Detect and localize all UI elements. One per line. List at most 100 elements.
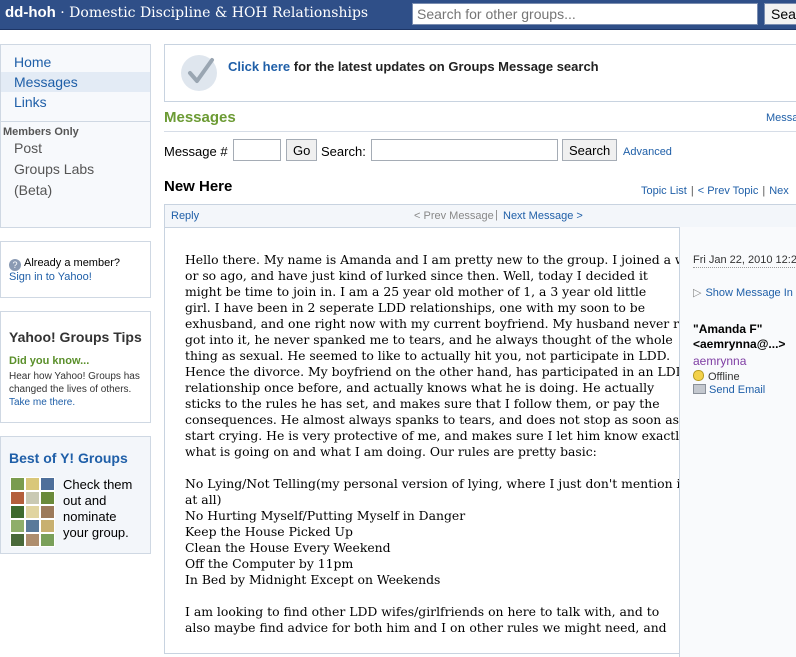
- already-member-text: Already a member?: [24, 257, 120, 269]
- group-thumbnail[interactable]: [10, 533, 25, 547]
- sign-in-box: ? Already a member? Sign in to Yahoo!: [0, 241, 151, 298]
- triangle-right-icon: ▷: [693, 287, 702, 299]
- advanced-search-link[interactable]: Advanced: [623, 146, 672, 158]
- topic-list-link[interactable]: Topic List: [641, 185, 687, 197]
- message-body: Hello there. My name is Amanda and I am …: [185, 252, 709, 652]
- sender-name: "Amanda F" <aemrynna@...>: [693, 322, 785, 352]
- messages-header: Messages Messa: [164, 109, 796, 132]
- message-panel: Reply < Prev Message | Next Message > He…: [164, 204, 796, 657]
- sidebar-item-home[interactable]: Home: [1, 52, 150, 72]
- intro-line: what is going on and what I am doing. Ou…: [185, 444, 597, 459]
- help-icon: ?: [9, 259, 21, 271]
- message-toolbar: Reply < Prev Message | Next Message >: [165, 205, 796, 228]
- sidebar-item-post: Post: [14, 140, 43, 156]
- closing-line: I am looking to find other LDD wifes/gir…: [185, 604, 660, 619]
- intro-line: got into it, he never spanked me to tear…: [185, 332, 673, 347]
- prev-topic-link[interactable]: < Prev Topic: [698, 185, 759, 197]
- thread-title: New Here: [164, 178, 233, 195]
- group-thumbnail[interactable]: [10, 519, 25, 533]
- best-title[interactable]: Best of Y! Groups: [9, 450, 150, 466]
- group-thumbnail[interactable]: [40, 519, 55, 533]
- tips-title: Yahoo! Groups Tips: [9, 329, 142, 345]
- sender-info: Fri Jan 22, 2010 12:2 ▷ Show Message In "…: [679, 227, 796, 657]
- rule-line: at all): [185, 492, 222, 507]
- reply-link[interactable]: Reply: [171, 210, 199, 222]
- thread-header: New Here Topic List | < Prev Topic | Nex: [164, 178, 796, 200]
- status-text: Offline: [708, 371, 740, 383]
- group-thumbnail[interactable]: [25, 477, 40, 491]
- search-label: Search:: [321, 144, 366, 159]
- rule-line: In Bed by Midnight Except on Weekends: [185, 572, 441, 587]
- group-thumbnails[interactable]: [10, 477, 55, 548]
- intro-line: sticks to the rules he has set, and make…: [185, 396, 660, 411]
- message-number-label: Message #: [164, 144, 228, 159]
- tip-text: Hear how Yahoo! Groups has changed the l…: [9, 370, 150, 409]
- rule-line: Off the Computer by 11pm: [185, 556, 354, 571]
- group-thumbnail[interactable]: [40, 505, 55, 519]
- group-thumbnail[interactable]: [25, 533, 40, 547]
- search-update-banner: Click here for the latest updates on Gro…: [164, 44, 796, 102]
- separator: |: [690, 185, 694, 197]
- envelope-icon: [693, 384, 706, 394]
- group-search-button[interactable]: Sea: [764, 3, 796, 25]
- top-header: dd-hoh · Domestic Discipline & HOH Relat…: [0, 0, 796, 30]
- checkmark-icon: [181, 55, 217, 91]
- message-search-input[interactable]: [371, 139, 558, 161]
- rule-line: Keep the House Picked Up: [185, 524, 353, 539]
- banner-message: Click here for the latest updates on Gro…: [228, 59, 599, 74]
- messages-right-link[interactable]: Messa: [766, 112, 796, 124]
- show-message-info-label: Show Message In: [705, 287, 793, 299]
- group-id[interactable]: dd-hoh: [5, 4, 56, 21]
- group-thumbnail[interactable]: [10, 477, 25, 491]
- group-thumbnail[interactable]: [40, 477, 55, 491]
- intro-line: exhusband, and one right now with my cur…: [185, 316, 709, 331]
- banner-click-here-link[interactable]: Click here: [228, 59, 290, 74]
- intro-line: Hello there. My name is Amanda and I am …: [185, 252, 708, 267]
- intro-line: girl. I have been in 2 seperate LDD rela…: [185, 300, 646, 315]
- next-message-link[interactable]: Next Message >: [503, 210, 583, 222]
- go-button[interactable]: Go: [286, 139, 318, 161]
- message-date: Fri Jan 22, 2010 12:2: [693, 254, 796, 268]
- group-thumbnail[interactable]: [40, 533, 55, 547]
- did-you-know: Did you know...: [9, 355, 90, 367]
- sender-profile-link[interactable]: aemrynna: [693, 354, 746, 368]
- intro-line: relationship once before, and actually k…: [185, 380, 655, 395]
- group-thumbnail[interactable]: [25, 505, 40, 519]
- sender-status: Offline: [693, 370, 740, 383]
- group-thumbnail[interactable]: [40, 491, 55, 505]
- group-search-input[interactable]: [412, 3, 758, 25]
- tip-link[interactable]: Take me there.: [9, 397, 75, 408]
- group-thumbnail[interactable]: [25, 491, 40, 505]
- intro-line: start crying. He is very protective of m…: [185, 428, 687, 443]
- message-paragraph-intro: Hello there. My name is Amanda and I am …: [185, 252, 709, 460]
- group-title: · Domestic Discipline & HOH Relationship…: [55, 5, 369, 21]
- members-only-heading: Members Only: [1, 121, 150, 138]
- sign-in-link[interactable]: Sign in to Yahoo!: [9, 271, 92, 283]
- group-thumbnail[interactable]: [25, 519, 40, 533]
- message-paragraph-closing: I am looking to find other LDD wifes/gir…: [185, 604, 675, 636]
- closing-line: also maybe find advice for both him and …: [185, 620, 667, 635]
- separator: |: [762, 185, 766, 197]
- banner-text: for the latest updates on Groups Message…: [290, 59, 599, 74]
- send-email-link[interactable]: Send Email: [693, 384, 765, 396]
- group-thumbnail[interactable]: [10, 491, 25, 505]
- intro-line: Hence the divorce. My boyfriend on the o…: [185, 364, 686, 379]
- next-topic-link[interactable]: Nex: [769, 185, 789, 197]
- sidebar-item-beta: (Beta): [14, 182, 53, 198]
- intro-line: thing as sexual. He seemed to like to ac…: [185, 348, 671, 363]
- best-of-groups-box: Best of Y! Groups Check them out and nom…: [0, 436, 151, 554]
- messages-title: Messages: [164, 109, 236, 126]
- send-email-label: Send Email: [709, 384, 766, 396]
- toolbar-separator: |: [495, 209, 498, 221]
- search-button[interactable]: Search: [562, 139, 618, 161]
- message-rules-list: No Lying/Not Telling(my personal version…: [185, 476, 685, 588]
- group-thumbnail[interactable]: [10, 505, 25, 519]
- message-number-input[interactable]: [233, 139, 281, 161]
- sidebar-item-links[interactable]: Links: [1, 92, 150, 112]
- sidebar-item-messages[interactable]: Messages: [1, 72, 150, 92]
- intro-line: might be time to join in. I am a 25 year…: [185, 284, 647, 299]
- intro-line: consequences. He almost always spanks to…: [185, 412, 688, 427]
- sidebar-item-groups-labs: Groups Labs: [14, 161, 95, 177]
- prev-message-link: < Prev Message: [414, 210, 494, 222]
- show-message-info-link[interactable]: ▷ Show Message In: [693, 286, 793, 299]
